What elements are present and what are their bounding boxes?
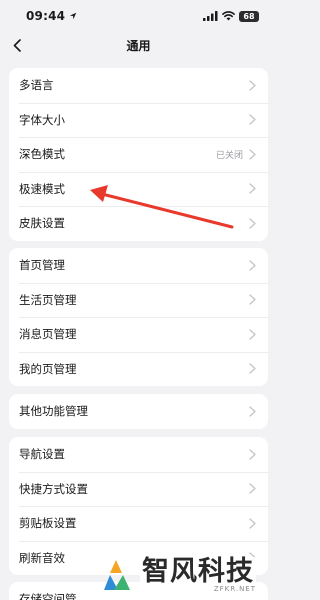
watermark-text: 智风科技 ZFKR.NET bbox=[140, 557, 256, 593]
settings-item-dark-mode[interactable]: 深色模式 已关闭 bbox=[9, 137, 268, 172]
time-group: 09:44 bbox=[26, 9, 77, 23]
chevron-right-icon bbox=[249, 114, 256, 125]
settings-item-shortcut[interactable]: 快捷方式设置 bbox=[9, 471, 268, 507]
signal-icon bbox=[203, 11, 218, 21]
settings-item-label: 深色模式 bbox=[19, 147, 65, 162]
settings-item-navigation[interactable]: 导航设置 bbox=[9, 437, 268, 472]
settings-item-skin[interactable]: 皮肤设置 bbox=[9, 206, 268, 241]
settings-group-pages: 首页管理 生活页管理 消息页管理 我的页管理 bbox=[9, 248, 268, 386]
settings-item-label: 消息页管理 bbox=[19, 327, 77, 342]
settings-item-label: 皮肤设置 bbox=[19, 216, 65, 231]
settings-item-label: 其他功能管理 bbox=[19, 404, 88, 419]
settings-item-label: 导航设置 bbox=[19, 447, 65, 462]
chevron-right-icon bbox=[249, 294, 256, 305]
back-button[interactable] bbox=[8, 36, 26, 54]
settings-item-home-page[interactable]: 首页管理 bbox=[9, 248, 268, 283]
chevron-right-icon bbox=[249, 449, 256, 460]
settings-item-clipboard[interactable]: 剪贴板设置 bbox=[9, 506, 268, 541]
chevron-right-icon bbox=[249, 363, 256, 374]
chevron-right-icon bbox=[249, 218, 256, 229]
settings-item-label: 字体大小 bbox=[19, 112, 65, 127]
location-arrow-icon bbox=[70, 12, 77, 20]
wifi-icon bbox=[222, 11, 235, 21]
settings-item-life-page[interactable]: 生活页管理 bbox=[9, 282, 268, 318]
watermark: 智风科技 ZFKR.NET bbox=[98, 552, 256, 598]
settings-item-other-features[interactable]: 其他功能管理 bbox=[9, 394, 268, 429]
nav-bar: 通用 bbox=[0, 32, 277, 58]
settings-item-label: 首页管理 bbox=[19, 258, 65, 273]
settings-item-fast-mode[interactable]: 极速模式 bbox=[9, 171, 268, 207]
status-icons: 68 bbox=[203, 10, 259, 22]
settings-item-label: 多语言 bbox=[19, 78, 54, 93]
settings-item-message-page[interactable]: 消息页管理 bbox=[9, 317, 268, 352]
watermark-name: 智风科技 bbox=[140, 556, 256, 587]
chevron-right-icon bbox=[249, 329, 256, 340]
dark-mode-status: 已关闭 bbox=[215, 150, 243, 161]
settings-item-language[interactable]: 多语言 bbox=[9, 68, 268, 103]
brand-logo-icon bbox=[104, 560, 130, 590]
settings-item-label: 极速模式 bbox=[19, 181, 65, 196]
status-bar: 09:44 68 bbox=[0, 0, 277, 32]
chevron-right-icon bbox=[249, 183, 256, 194]
chevron-right-icon bbox=[249, 260, 256, 271]
chevron-right-icon bbox=[249, 406, 256, 417]
settings-group-other: 其他功能管理 bbox=[9, 394, 268, 429]
settings-item-label: 生活页管理 bbox=[19, 292, 77, 307]
battery-icon: 68 bbox=[239, 10, 259, 22]
chevron-right-icon bbox=[249, 80, 256, 91]
status-time: 09:44 bbox=[26, 9, 66, 23]
page-title: 通用 bbox=[126, 38, 151, 53]
chevron-right-icon bbox=[249, 518, 256, 529]
settings-item-font-size[interactable]: 字体大小 bbox=[9, 102, 268, 138]
settings-item-label: 快捷方式设置 bbox=[19, 481, 88, 496]
chevron-right-icon bbox=[249, 149, 256, 160]
chevron-right-icon bbox=[249, 483, 256, 494]
settings-item-label: 我的页管理 bbox=[19, 361, 77, 376]
settings-item-label: 剪贴板设置 bbox=[19, 516, 77, 531]
watermark-domain: ZFKR.NET bbox=[213, 585, 256, 593]
chevron-left-icon bbox=[13, 38, 21, 52]
settings-item-my-page[interactable]: 我的页管理 bbox=[9, 351, 268, 387]
settings-group-display: 多语言 字体大小 深色模式 已关闭 极速模式 皮肤设置 bbox=[9, 68, 268, 241]
